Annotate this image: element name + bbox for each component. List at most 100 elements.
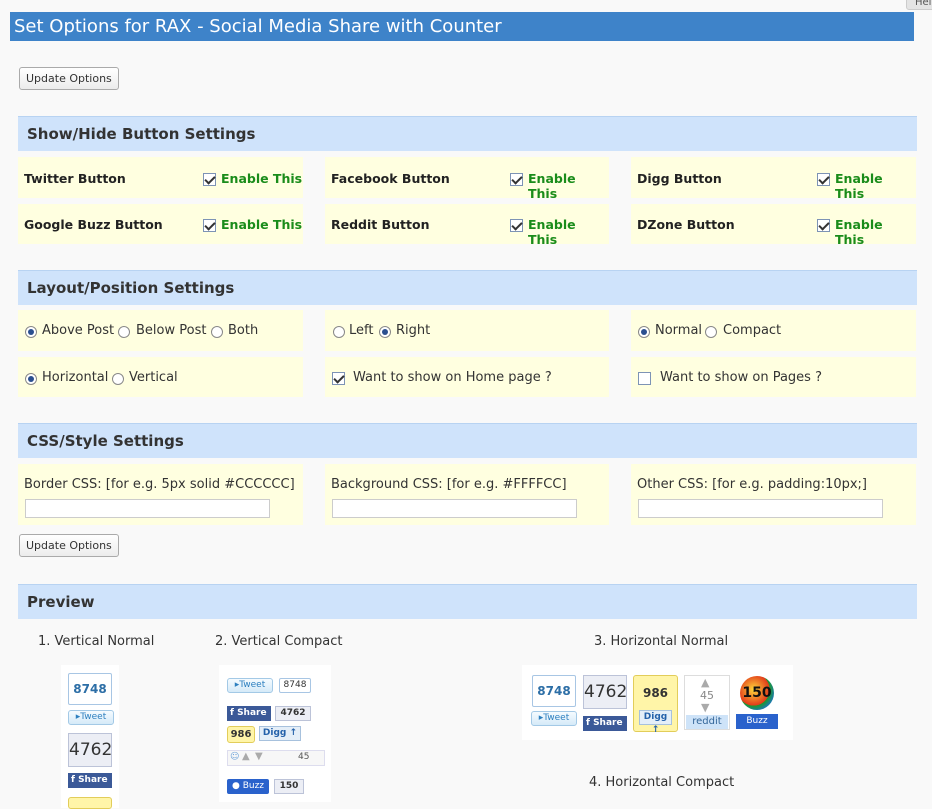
above-post-radio[interactable] xyxy=(25,326,37,338)
background-css-input[interactable] xyxy=(332,499,577,518)
hn-digg-arrow-icon: ↑ xyxy=(651,725,660,735)
update-options-button-bottom[interactable]: Update Options xyxy=(19,534,119,557)
normal-radio[interactable] xyxy=(638,326,650,338)
size-setting-cell: Normal Compact xyxy=(631,310,916,351)
digg-enable-checkbox[interactable] xyxy=(817,173,830,186)
pages-checkbox[interactable] xyxy=(638,372,651,385)
hn-digg-button: Digg ↑ xyxy=(639,710,672,735)
preview-vertical-normal: 8748 ▸Tweet 4762 f Share xyxy=(61,665,119,809)
hn-digg-widget: 986 Digg ↑ xyxy=(633,675,678,735)
background-css-label: Background CSS: [for e.g. #FFFFCC] xyxy=(331,477,567,492)
reddit-enable-checkbox[interactable] xyxy=(510,219,523,232)
home-page-label: Want to show on Home page ? xyxy=(353,370,552,385)
buzz-icon: ● xyxy=(231,781,243,791)
page-title: Set Options for RAX - Social Media Share… xyxy=(10,12,914,41)
pages-label: Want to show on Pages ? xyxy=(660,370,822,385)
section-layout-heading: Layout/Position Settings xyxy=(18,270,917,305)
buzz-button-label: Google Buzz Button xyxy=(24,217,163,232)
normal-label: Normal xyxy=(655,323,703,338)
border-css-input[interactable] xyxy=(25,499,270,518)
home-page-checkbox[interactable] xyxy=(332,372,345,385)
below-post-label: Below Post xyxy=(136,323,207,338)
compact-tweet-label: Tweet xyxy=(239,680,266,690)
hn-digg-label: Digg xyxy=(643,712,668,722)
digg-count-badge-partial xyxy=(68,797,112,809)
pages-setting-cell: Want to show on Pages ? xyxy=(631,357,916,397)
facebook-enable-label: Enable This xyxy=(528,171,576,201)
update-options-button-top[interactable]: Update Options xyxy=(19,67,119,90)
hn-reddit-upvote-icon: ▲ xyxy=(701,676,710,689)
compact-digg-label: Digg xyxy=(262,728,287,738)
below-post-radio[interactable] xyxy=(118,326,130,338)
section-preview-heading: Preview xyxy=(18,584,917,619)
buzz-enable-checkbox[interactable] xyxy=(203,219,216,232)
border-css-label: Border CSS: [for e.g. 5px solid #CCCCCC] xyxy=(24,477,295,492)
twitter-enable-label: Enable This xyxy=(221,171,303,186)
tweet-label: Tweet xyxy=(80,712,107,722)
hn-reddit-label: reddit xyxy=(686,715,728,729)
preview-horizontal-normal: 8748 ▸Tweet 4762 f Share 986 Digg ↑ ▲ 45… xyxy=(522,665,793,740)
hn-facebook-share-button: f Share xyxy=(583,716,627,731)
twitter-setting-cell: Twitter Button Enable This xyxy=(18,157,303,198)
compact-radio[interactable] xyxy=(705,326,717,338)
dzone-setting-cell: DZone Button Enable This xyxy=(631,204,916,247)
hn-twitter-count: 8748 xyxy=(532,675,576,707)
compact-label: Compact xyxy=(723,323,782,338)
compact-reddit-widget: ☺ ▲ ▼ 45 xyxy=(227,750,325,766)
other-css-input[interactable] xyxy=(638,499,883,518)
right-label: Right xyxy=(396,323,431,338)
reddit-enable-label: Enable This xyxy=(528,217,576,247)
both-radio[interactable] xyxy=(211,326,223,338)
reddit-setting-cell: Reddit Button Enable This xyxy=(325,204,609,247)
hn-tweet-button: ▸Tweet xyxy=(531,711,577,726)
position-setting-cell: Above Post Below Post Both xyxy=(18,310,303,351)
both-label: Both xyxy=(228,323,259,338)
left-radio[interactable] xyxy=(333,326,345,338)
hn-facebook-count: 4762 xyxy=(583,675,627,709)
hn-buzz-count: 150 xyxy=(740,676,774,710)
hn-digg-count: 986 xyxy=(642,686,669,700)
reddit-upvote-icon: ▲ xyxy=(242,751,250,762)
tweet-button: ▸Tweet xyxy=(68,710,114,725)
preview-vertical-compact-label: 2. Vertical Compact xyxy=(215,634,343,649)
horizontal-radio[interactable] xyxy=(25,373,37,385)
hn-buzz-widget: 150 Buzz xyxy=(736,675,778,730)
hn-buzz-label: Buzz xyxy=(736,714,778,729)
digg-enable-label: Enable This xyxy=(835,171,883,201)
other-css-label: Other CSS: [for e.g. padding:10px;] xyxy=(637,477,868,492)
section-css-heading: CSS/Style Settings xyxy=(18,423,917,458)
border-css-cell: Border CSS: [for e.g. 5px solid #CCCCCC] xyxy=(18,464,303,525)
compact-buzz-count: 150 xyxy=(274,779,304,794)
preview-vertical-compact: ▸Tweet 8748 f Share 4762 986 Digg ↑ ☺ ▲ … xyxy=(219,665,331,802)
buzz-setting-cell: Google Buzz Button Enable This xyxy=(18,204,303,244)
dzone-enable-checkbox[interactable] xyxy=(817,219,830,232)
facebook-count-badge: 4762 xyxy=(68,733,112,767)
other-css-cell: Other CSS: [for e.g. padding:10px;] xyxy=(631,464,916,525)
horizontal-label: Horizontal xyxy=(42,370,109,385)
compact-digg-count: 986 xyxy=(227,726,255,743)
hn-reddit-widget: ▲ 45 ▼ reddit xyxy=(684,675,730,730)
hn-tweet-label: Tweet xyxy=(543,713,570,723)
orientation-setting-cell: Horizontal Vertical xyxy=(18,357,303,397)
reddit-downvote-icon: ▼ xyxy=(255,751,263,762)
facebook-icon: f xyxy=(71,775,79,785)
preview-horizontal-compact-label: 4. Horizontal Compact xyxy=(589,775,735,790)
twitter-button-label: Twitter Button xyxy=(24,171,126,186)
compact-twitter-count: 8748 xyxy=(279,678,311,693)
twitter-enable-checkbox[interactable] xyxy=(203,173,216,186)
vertical-radio[interactable] xyxy=(112,373,124,385)
hn-facebook-icon: f xyxy=(586,718,594,728)
background-css-cell: Background CSS: [for e.g. #FFFFCC] xyxy=(325,464,609,525)
right-radio[interactable] xyxy=(379,326,391,338)
compact-facebook-icon: f xyxy=(230,708,238,718)
facebook-enable-checkbox[interactable] xyxy=(510,173,523,186)
reddit-alien-icon: ☺ xyxy=(230,752,240,762)
preview-horizontal-normal-label: 3. Horizontal Normal xyxy=(594,634,729,649)
compact-facebook-share-label: Share xyxy=(237,708,267,718)
preview-vertical-normal-label: 1. Vertical Normal xyxy=(38,634,155,649)
above-post-label: Above Post xyxy=(42,323,115,338)
compact-buzz-button: ● Buzz xyxy=(227,779,269,794)
help-tab[interactable]: Help xyxy=(906,0,932,10)
compact-tweet-button: ▸Tweet xyxy=(227,678,273,693)
compact-reddit-count: 45 xyxy=(298,752,310,762)
